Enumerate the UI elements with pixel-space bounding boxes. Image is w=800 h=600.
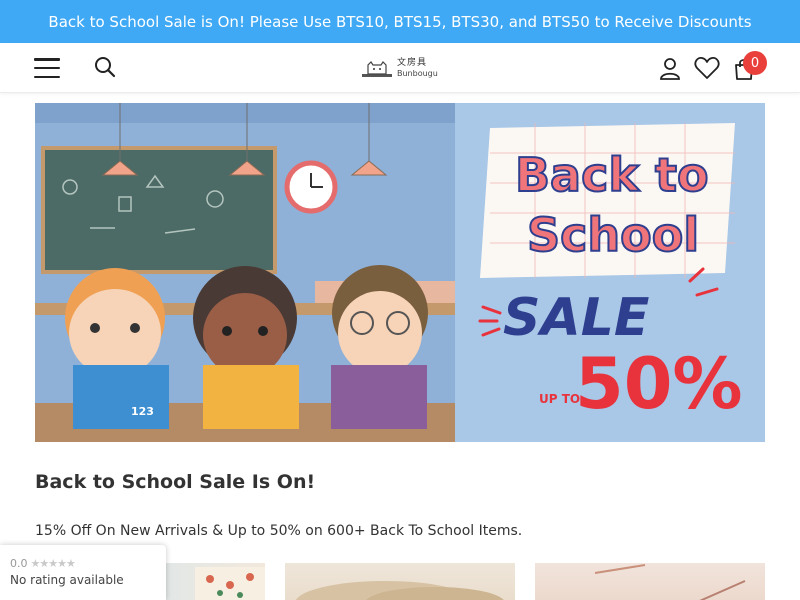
announcement-bar: Back to School Sale is On! Please Use BT… bbox=[0, 0, 800, 43]
cart-count-badge: 0 bbox=[743, 51, 767, 75]
cat-logo-icon bbox=[362, 61, 392, 77]
rating-status-text: No rating available bbox=[10, 573, 124, 587]
banner-sale-text: SALE bbox=[503, 288, 649, 348]
laptop-sticker-123: 123 bbox=[131, 405, 154, 418]
logo-en-text: Bunbougu bbox=[397, 68, 438, 78]
banner-school-text: School bbox=[527, 208, 699, 262]
logo-cn-text: 文房具 bbox=[397, 57, 428, 68]
announcement-text: Back to School Sale is On! Please Use BT… bbox=[48, 12, 752, 31]
product-thumbnail-3[interactable] bbox=[535, 563, 765, 600]
banner-back-to-text: Back to bbox=[515, 148, 709, 202]
rating-stars-icon: ★★★★★ bbox=[30, 557, 76, 570]
rating-score: 0.0 bbox=[10, 557, 28, 570]
menu-icon[interactable] bbox=[34, 58, 60, 78]
product-thumbnail-2[interactable] bbox=[285, 563, 515, 600]
section-subtitle: 15% Off On New Arrivals & Up to 50% on 6… bbox=[35, 523, 523, 539]
section-title: Back to School Sale Is On! bbox=[35, 471, 316, 493]
rating-badge[interactable]: 0.0 ★★★★★ No rating available bbox=[0, 545, 166, 600]
account-icon[interactable] bbox=[657, 55, 683, 81]
hero-banner[interactable]: 123 Back to School SALE UP TO 50% bbox=[35, 103, 765, 442]
site-header: 文房具 Bunbougu bbox=[0, 43, 800, 93]
banner-percent-text: 50% bbox=[575, 343, 743, 425]
banner-upto-text: UP TO bbox=[539, 392, 580, 406]
site-logo[interactable]: 文房具 Bunbougu bbox=[360, 55, 440, 81]
search-icon[interactable] bbox=[93, 55, 117, 79]
wishlist-heart-icon[interactable] bbox=[694, 55, 720, 81]
